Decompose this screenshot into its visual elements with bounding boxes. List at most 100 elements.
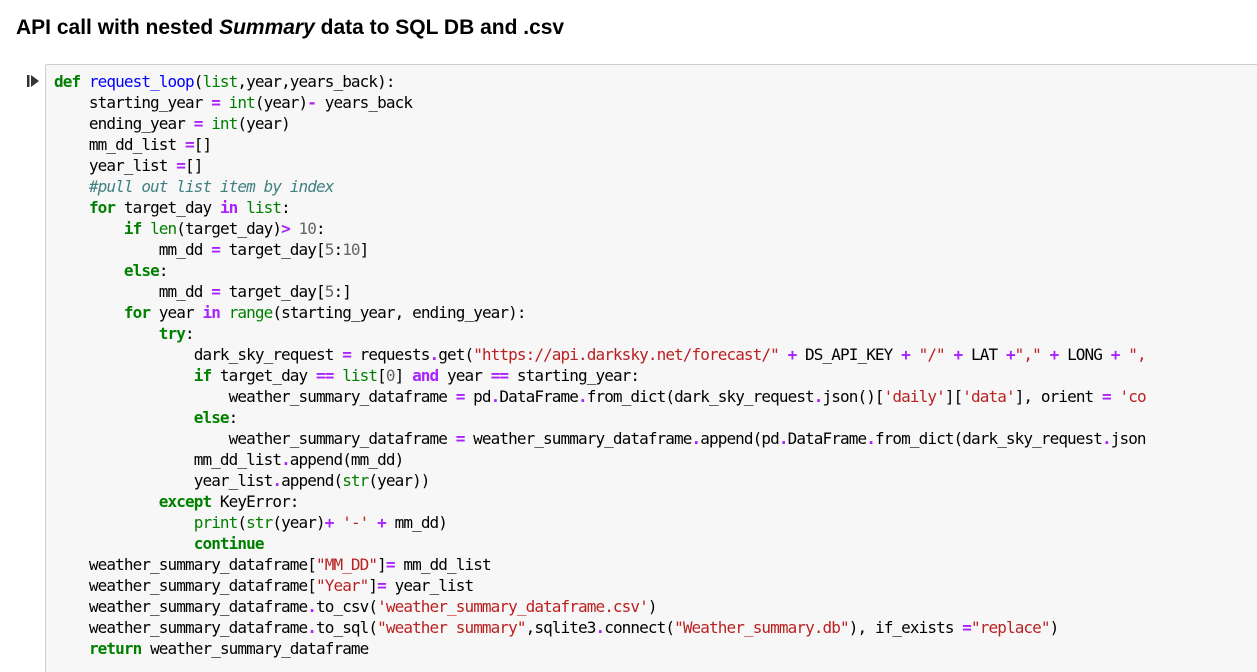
code-token: (year) <box>272 513 325 532</box>
code-token: weather_summary_dataframe <box>141 639 369 658</box>
code-line: weather_summary_dataframe["Year"]= year_… <box>54 575 1146 596</box>
code-token: starting_year <box>54 93 212 112</box>
code-token: = <box>962 618 972 637</box>
code-token: LAT <box>962 345 1006 364</box>
code-token: json <box>1110 429 1147 448</box>
code-token: . <box>1102 429 1112 448</box>
code-cell[interactable]: def request_loop(list,year,years_back): … <box>45 64 1257 672</box>
code-token: "," <box>1014 345 1042 364</box>
code-line: return weather_summary_dataframe <box>54 638 1146 659</box>
code-token: + <box>953 345 964 364</box>
code-token: from_dict(dark_sky_request <box>586 387 815 406</box>
code-token: : <box>316 219 326 238</box>
code-token: mm_dd <box>54 240 212 259</box>
code-token: mm_dd_list <box>54 135 185 154</box>
code-token: "/" <box>918 345 946 364</box>
code-token: "Weather_summary.db" <box>674 618 850 637</box>
step-run-icon[interactable] <box>26 74 40 88</box>
code-token: from_dict(dark_sky_request <box>874 429 1103 448</box>
code-token: "replace" <box>971 618 1051 637</box>
code-token: year_list <box>54 156 177 175</box>
code-token: "Year" <box>316 576 369 595</box>
code-token: 0 <box>385 366 396 385</box>
code-token: '-' <box>342 513 369 532</box>
code-token: > <box>281 219 291 238</box>
code-line: weather_summary_dataframe = pd.DataFrame… <box>54 386 1147 407</box>
code-token: target_day[ <box>219 282 326 301</box>
code-token: connect( <box>604 618 675 637</box>
code-token: target_day <box>211 366 316 385</box>
code-token: [] <box>185 156 203 175</box>
code-token: requests <box>350 345 431 364</box>
code-token: for <box>123 303 151 322</box>
code-token: in <box>219 198 238 217</box>
code-token: . <box>866 429 876 448</box>
code-line: mm_dd = target_day[5:10] <box>54 239 1146 260</box>
code-token: LONG <box>1058 345 1111 364</box>
code-token: weather_summary_dataframe[ <box>54 555 317 574</box>
code-token: (target_day) <box>176 219 282 238</box>
code-token: - <box>307 93 317 112</box>
code-token: pd <box>464 387 491 406</box>
code-token: mm_dd_list <box>394 555 491 574</box>
code-token: target_day[ <box>219 240 326 259</box>
code-line: for year in range(starting_year, ending_… <box>54 302 1146 323</box>
code-line: weather_summary_dataframe = weather_summ… <box>54 428 1147 449</box>
code-line: ending_year = int(year) <box>54 113 1146 134</box>
code-editor[interactable]: def request_loop(list,year,years_back): … <box>54 71 1147 659</box>
code-token: = <box>211 93 221 112</box>
code-token: . <box>595 618 605 637</box>
code-token: if <box>123 219 142 238</box>
code-token: : <box>228 408 239 427</box>
code-token: . <box>272 471 282 490</box>
code-line: else: <box>54 260 1146 281</box>
code-line: print(str(year)+ '-' + mm_dd) <box>54 512 1146 533</box>
code-token: ] <box>394 366 413 385</box>
code-line: try: <box>54 323 1146 344</box>
code-token: 'daily' <box>883 387 946 406</box>
code-token: = <box>342 345 352 364</box>
code-token: print <box>193 513 239 532</box>
code-token: : <box>158 261 169 280</box>
code-line: weather_summary_dataframe.to_csv('weathe… <box>54 596 1146 617</box>
code-token: ], orient <box>1014 387 1103 406</box>
code-token: year_list <box>385 576 475 595</box>
heading-prefix: API call with nested <box>16 16 220 39</box>
code-token: try <box>158 324 186 343</box>
code-token: "https://api.darksky.net/forecast/" <box>473 345 780 364</box>
code-token: = <box>385 555 396 574</box>
code-token: + <box>377 513 387 532</box>
code-token: DataFrame <box>499 387 579 406</box>
code-token: ), if_exists <box>848 618 963 637</box>
code-token: request_loop <box>88 72 195 91</box>
code-line: continue <box>54 533 1146 554</box>
code-line: for target_day in list: <box>54 197 1146 218</box>
code-token: 10 <box>298 219 317 238</box>
code-token: append( <box>281 471 343 490</box>
code-line: if len(target_day)> 10: <box>54 218 1146 239</box>
code-line: starting_year = int(year)- years_back <box>54 92 1146 113</box>
code-token: 10 <box>342 240 360 259</box>
code-token: year <box>150 303 203 322</box>
code-token: list <box>342 366 378 385</box>
code-token: (year) <box>237 114 290 133</box>
code-token: : <box>333 240 343 259</box>
code-token: in <box>202 303 220 322</box>
code-token: ][ <box>944 387 963 406</box>
code-line: mm_dd = target_day[5:] <box>54 281 1146 302</box>
code-token: == <box>490 366 509 385</box>
code-token: year_list <box>54 471 274 490</box>
code-token: len <box>150 219 177 238</box>
code-token: == <box>316 366 334 385</box>
code-token: else <box>123 261 160 280</box>
